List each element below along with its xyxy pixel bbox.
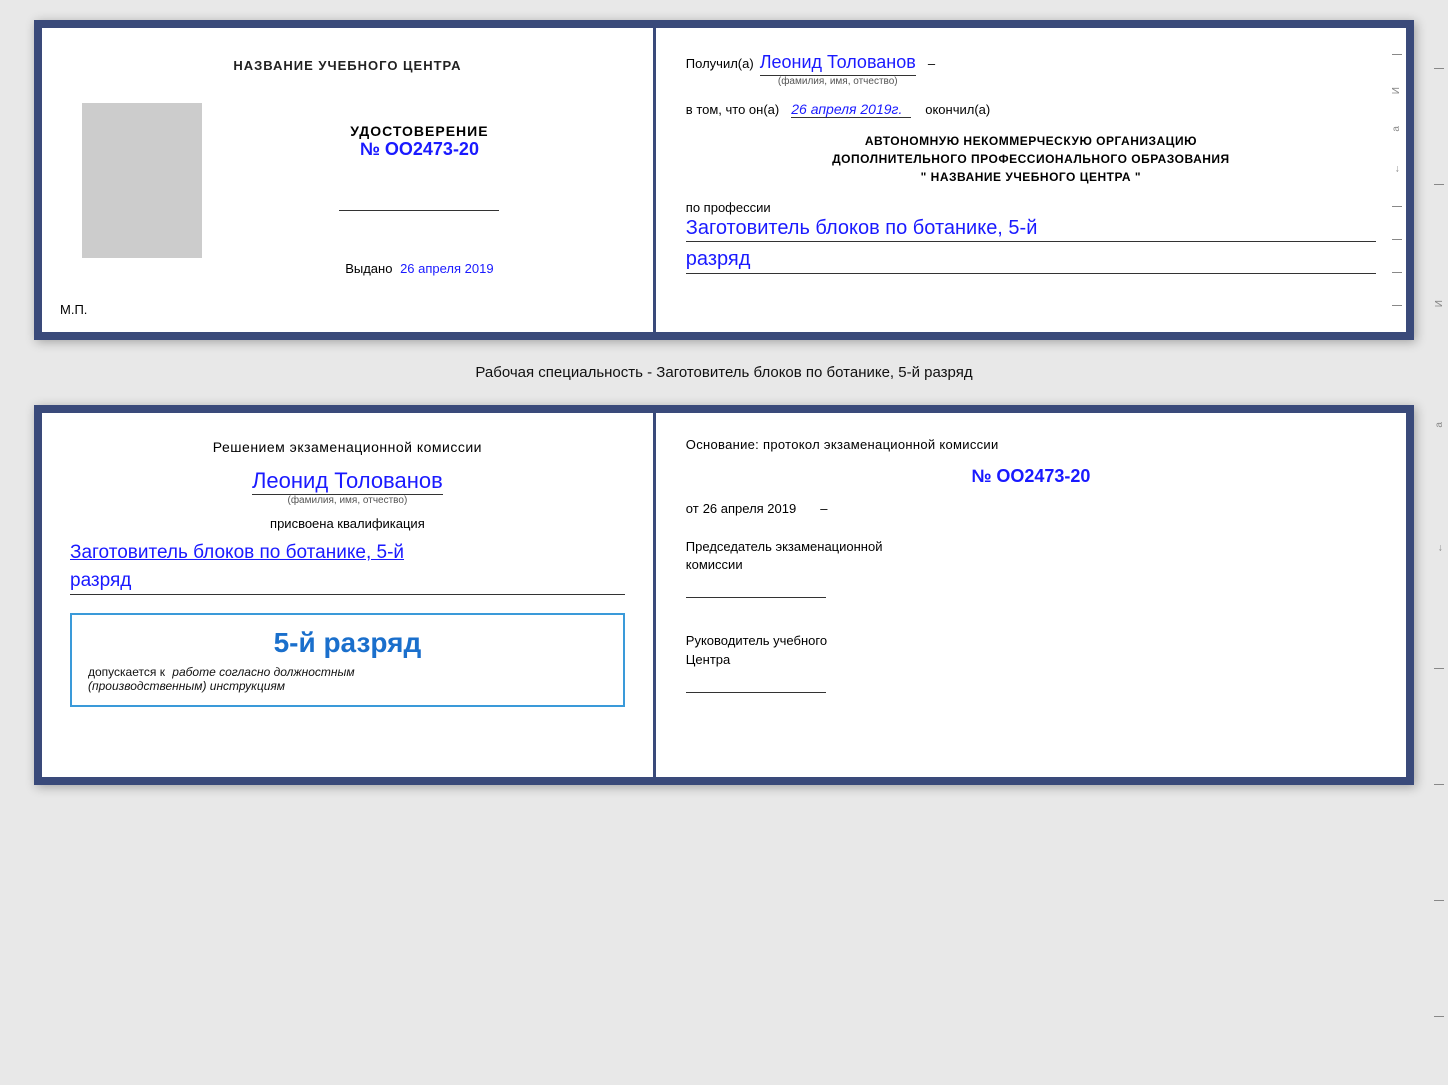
top-cert-title: НАЗВАНИЕ УЧЕБНОГО ЦЕНТРА <box>233 58 461 73</box>
dash-bottom: – <box>820 501 827 516</box>
udost-label: УДОСТОВЕРЕНИЕ <box>350 123 488 139</box>
stamp-big-text: 5-й разряд <box>88 627 607 659</box>
mp-label: М.П. <box>60 302 87 317</box>
ot-date: 26 апреля 2019 <box>703 501 797 516</box>
osnov-title: Основание: протокол экзаменационной коми… <box>686 437 1376 452</box>
org-line1: АВТОНОМНУЮ НЕКОММЕРЧЕСКУЮ ОРГАНИЗАЦИЮ <box>686 132 1376 150</box>
stamp-box: 5-й разряд допускается к работе согласно… <box>70 613 625 707</box>
top-cert-left: НАЗВАНИЕ УЧЕБНОГО ЦЕНТРА УДОСТОВЕРЕНИЕ №… <box>42 28 656 332</box>
fio-sub-bottom: (фамилия, имя, отчество) <box>288 495 408 506</box>
stamp-dopuskaetsya: допускается к работе согласно должностны… <box>88 665 607 693</box>
director-block: Руководитель учебного Центра <box>686 632 1376 692</box>
org-line2: ДОПОЛНИТЕЛЬНОГО ПРОФЕССИОНАЛЬНОГО ОБРАЗО… <box>686 150 1376 168</box>
chairman-block: Председатель экзаменационной комиссии <box>686 538 1376 598</box>
ot-prefix: от <box>686 501 699 516</box>
proto-number: № OO2473-20 <box>686 466 1376 487</box>
qualification-block: Заготовитель блоков по ботанике, 5-й раз… <box>70 541 625 595</box>
dash-top: – <box>928 56 935 71</box>
po-professii: по профессии <box>686 200 771 215</box>
chairman-label: Председатель экзаменационной комиссии <box>686 538 1376 574</box>
chairman-sig-line <box>686 580 826 598</box>
profession-text: Заготовитель блоков по ботанике, 5-й <box>686 215 1376 242</box>
stamp-instruktsiyam: (производственным) инструкциям <box>88 679 607 693</box>
vydano-label: Выдано <box>345 261 392 276</box>
vtom-prefix: в том, что он(а) <box>686 102 779 117</box>
profession-block: по профессии Заготовитель блоков по бота… <box>686 200 1376 274</box>
prisvoena-text: присвоена квалификация <box>70 516 625 531</box>
udost-block: УДОСТОВЕРЕНИЕ № OO2473-20 <box>350 123 488 160</box>
vtom-line: в том, что он(а) 26 апреля 2019г. окончи… <box>686 101 1376 118</box>
ruk-sig-line <box>686 675 826 693</box>
right-edge-decor: И а ← <box>1388 28 1406 332</box>
bottom-certificate: Решением экзаменационной комиссии Леонид… <box>34 405 1414 785</box>
ruk-label: Руководитель учебного Центра <box>686 632 1376 668</box>
separator-text: Рабочая специальность - Заготовитель бло… <box>475 358 972 387</box>
bottom-cert-left: Решением экзаменационной комиссии Леонид… <box>42 413 656 777</box>
recipient-name: Леонид Толованов <box>760 52 916 76</box>
decision-title: Решением экзаменационной комиссии <box>70 437 625 458</box>
razryad-bottom: разряд <box>70 570 625 595</box>
stamp-rabote: работе согласно должностным <box>172 665 354 679</box>
decision-name: Леонид Толованов <box>252 468 443 495</box>
top-certificate: НАЗВАНИЕ УЧЕБНОГО ЦЕНТРА УДОСТОВЕРЕНИЕ №… <box>34 20 1414 340</box>
org-block: АВТОНОМНУЮ НЕКОММЕРЧЕСКУЮ ОРГАНИЗАЦИЮ ДО… <box>686 132 1376 186</box>
poluchil-prefix: Получил(а) <box>686 56 754 71</box>
vydano-line: Выдано 26 апреля 2019 <box>345 261 493 276</box>
org-line3: " НАЗВАНИЕ УЧЕБНОГО ЦЕНТРА " <box>686 168 1376 186</box>
bottom-cert-right: Основание: протокол экзаменационной коми… <box>656 413 1406 777</box>
vtom-date: 26 апреля 2019г. <box>791 101 911 118</box>
top-cert-right: Получил(а) Леонид Толованов (фамилия, им… <box>656 28 1406 332</box>
qualification-text: Заготовитель блоков по ботанике, 5-й <box>70 542 404 563</box>
right-edge-decor-bottom: И а ← <box>1430 0 1448 1085</box>
udost-number: № OO2473-20 <box>350 139 488 160</box>
vydano-date: 26 апреля 2019 <box>400 261 494 276</box>
okonchil: окончил(а) <box>925 102 990 117</box>
fio-sub-top: (фамилия, имя, отчество) <box>778 76 898 87</box>
razryad-top: разряд <box>686 248 1376 274</box>
photo-placeholder <box>82 103 202 258</box>
ot-line: от 26 апреля 2019 – <box>686 501 1376 516</box>
